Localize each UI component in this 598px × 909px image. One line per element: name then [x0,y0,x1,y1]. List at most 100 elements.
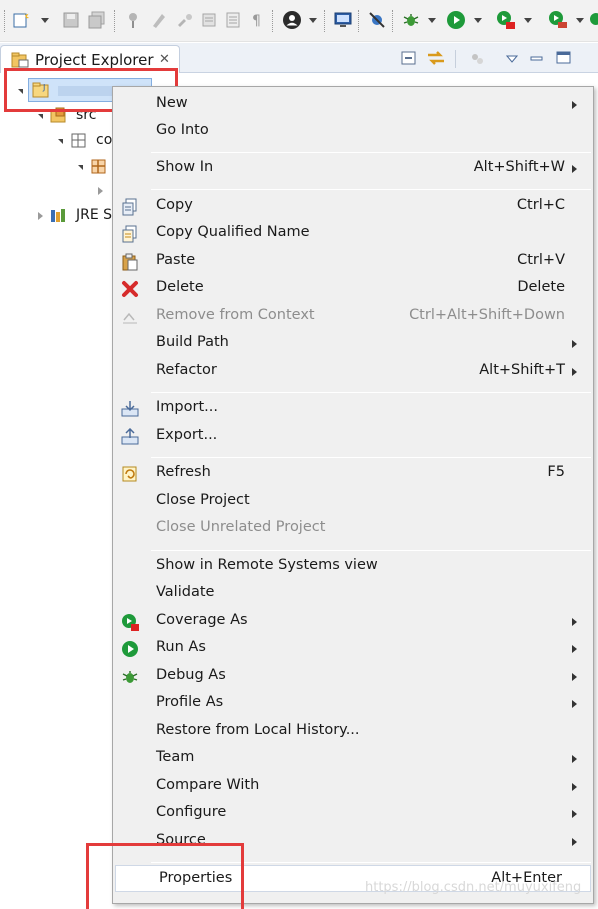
menu-item-run-as[interactable]: Run As [113,635,593,662]
menu-item-delete[interactable]: Delete Delete [113,275,593,302]
account-dropdown-arrow[interactable] [309,18,317,23]
menu-item-team[interactable]: Team [113,745,593,772]
menu-item-close-project[interactable]: Close Project [113,488,593,515]
menu-item-shortcut: Ctrl+C [516,197,565,213]
menu-separator [151,189,591,190]
collapse-all-icon[interactable] [400,50,418,66]
expand-toggle-icon[interactable] [78,165,83,170]
overflow-icon[interactable] [588,11,598,29]
menu-item-coverage-as[interactable]: Coverage As [113,608,593,635]
external-tools-icon[interactable] [548,10,568,30]
toolbar-separator [358,10,360,32]
close-icon[interactable]: ✕ [159,52,170,67]
expand-toggle-icon[interactable] [58,139,63,144]
debug-dropdown-arrow[interactable] [428,18,436,23]
debug-icon[interactable] [402,11,420,29]
menu-item-validate[interactable]: Validate [113,580,593,607]
menu-item-refresh[interactable]: Refresh F5 [113,460,593,487]
menu-item-new[interactable]: New [113,91,593,118]
menu-item-paste[interactable]: Paste Ctrl+V [113,248,593,275]
package-icon [71,133,86,148]
menu-item-go-into[interactable]: Go Into [113,118,593,145]
menu-item-label: Show In [156,159,214,175]
pin-icon[interactable] [124,11,142,29]
menu-item-show-in-remote-systems-view[interactable]: Show in Remote Systems view [113,553,593,580]
menu-item-label: Run As [156,639,206,655]
menu-item-configure[interactable]: Configure [113,800,593,827]
menu-item-label: Go Into [156,122,209,138]
occurrences-icon[interactable] [176,11,194,29]
submenu-arrow-icon [572,340,577,348]
debug-icon [121,668,139,686]
new-dropdown-arrow[interactable] [41,18,49,23]
menu-item-label: Delete [156,279,204,295]
submenu-arrow-icon [572,838,577,846]
user-account-icon[interactable] [282,10,302,30]
link-with-editor-icon[interactable] [426,49,446,67]
menu-item-label: Configure [156,804,227,820]
view-menu-icon[interactable] [506,54,518,64]
watermark: https://blog.csdn.net/muyuxifeng [365,880,582,895]
menu-separator [151,152,591,153]
collapse-toggle-icon[interactable] [38,212,43,220]
menu-item-remove-from-context: Remove from Context Ctrl+Alt+Shift+Down [113,303,593,330]
menu-item-export[interactable]: Export... [113,423,593,450]
menu-item-shortcut: Alt+Shift+W [473,159,565,175]
paragraph-icon[interactable]: ¶ [248,11,266,29]
save-icon[interactable] [62,11,80,29]
menu-item-shortcut: Alt+Shift+T [479,362,565,378]
menu-item-label: Paste [156,252,196,268]
collapse-toggle-icon[interactable] [98,187,103,195]
jre-label: JRE S [76,207,113,223]
terminal-icon[interactable] [334,11,352,29]
menu-item-label: Coverage As [156,612,248,628]
menu-item-import[interactable]: Import... [113,395,593,422]
menu-item-restore-from-local-history[interactable]: Restore from Local History... [113,718,593,745]
show-whitespace-icon[interactable] [224,11,242,29]
toolbar-separator [324,10,326,32]
external-tools-dropdown-arrow[interactable] [576,18,584,23]
coverage-dropdown-arrow[interactable] [524,18,532,23]
menu-item-copy-qualified-name[interactable]: Copy Qualified Name [113,220,593,247]
minimize-icon[interactable] [530,54,544,64]
menu-separator [151,457,591,458]
submenu-arrow-icon [572,673,577,681]
menu-item-label: Team [156,749,195,765]
menu-item-shortcut: Delete [517,279,565,295]
menu-item-copy[interactable]: Copy Ctrl+C [113,193,593,220]
package-label: co [96,132,113,148]
focus-task-icon[interactable] [468,50,486,66]
menu-item-label: Copy Qualified Name [156,224,310,240]
skip-breakpoints-icon[interactable] [368,11,386,29]
block-selection-icon[interactable] [200,11,218,29]
menu-item-refactor[interactable]: Refactor Alt+Shift+T [113,358,593,385]
menu-item-label: Compare With [156,777,260,793]
submenu-arrow-icon [572,755,577,763]
toolbar-separator [272,10,274,32]
menu-item-label: Validate [156,584,215,600]
submenu-arrow-icon [572,101,577,109]
marker-icon[interactable] [150,11,168,29]
project-explorer-icon [11,52,29,68]
menu-item-compare-with[interactable]: Compare With [113,773,593,800]
maximize-icon[interactable] [556,51,572,65]
menu-item-label: New [156,95,188,111]
menu-item-label: Refresh [156,464,211,480]
coverage-icon[interactable] [496,10,516,30]
menu-item-show-in[interactable]: Show In Alt+Shift+W [113,155,593,182]
menu-item-build-path[interactable]: Build Path [113,330,593,357]
toolbar-separator [114,10,116,32]
menu-item-shortcut: F5 [547,464,565,480]
new-wizard-icon[interactable] [12,11,30,29]
menu-item-debug-as[interactable]: Debug As [113,663,593,690]
run-dropdown-arrow[interactable] [474,18,482,23]
menu-item-profile-as[interactable]: Profile As [113,690,593,717]
run-icon[interactable] [446,10,466,30]
submenu-arrow-icon [572,368,577,376]
delete-icon [121,280,139,298]
context-menu: New Go Into Show In Alt+Shift+W Copy Ctrl+C Co… [112,86,594,904]
save-all-icon[interactable] [88,11,106,29]
import-icon [121,400,139,418]
expand-toggle-icon[interactable] [38,114,43,119]
menu-item-label: Show in Remote Systems view [156,557,378,573]
